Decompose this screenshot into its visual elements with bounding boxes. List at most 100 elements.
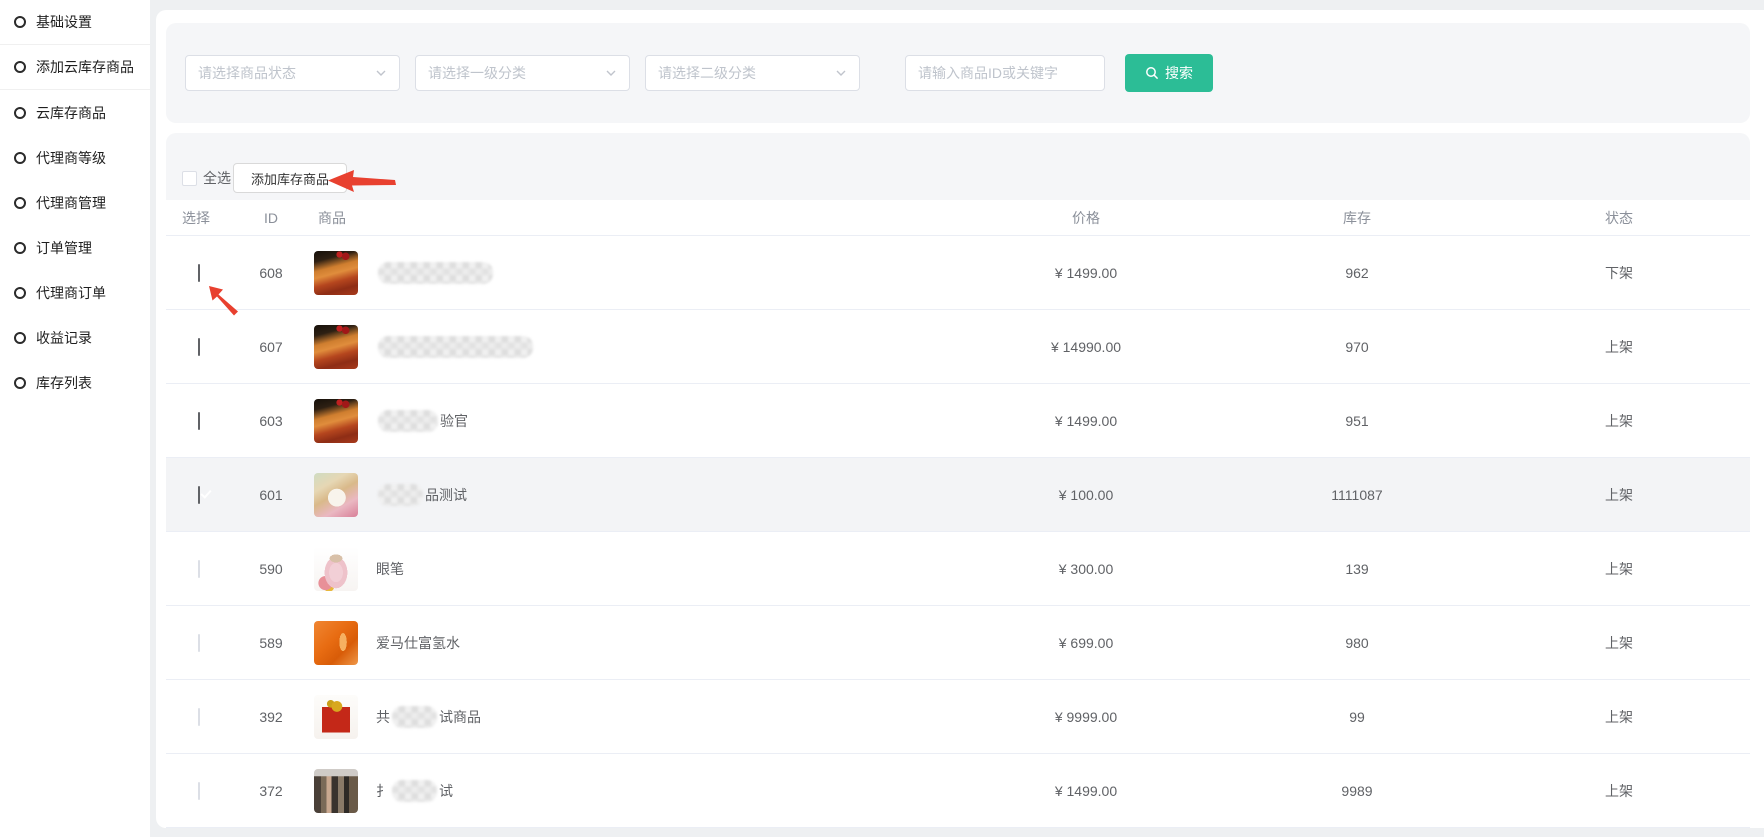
- product-image: [314, 251, 358, 295]
- product-stock: 962: [1226, 265, 1488, 281]
- header-stock: 库存: [1226, 208, 1488, 228]
- header-status: 状态: [1488, 208, 1750, 228]
- product-stock: 970: [1226, 339, 1488, 355]
- product-status: 上架: [1488, 559, 1750, 579]
- product-name-visible-end: 试: [439, 781, 453, 801]
- radio-circle-icon: [14, 377, 26, 389]
- product-name-visible-end: 品测试: [425, 485, 467, 505]
- select-all-label: 全选: [203, 168, 231, 188]
- product-price: ¥ 1499.00: [946, 265, 1226, 281]
- table-body: 608 ¥ 1499.00 962 下架 607 ¥ 14990.00 970: [166, 236, 1750, 828]
- product-status: 上架: [1488, 633, 1750, 653]
- product-image: [314, 621, 358, 665]
- row-checkbox[interactable]: [198, 782, 200, 800]
- sidebar-item-label: 添加云库存商品: [36, 57, 134, 77]
- row-checkbox[interactable]: [198, 634, 200, 652]
- radio-circle-icon: [14, 242, 26, 254]
- row-checkbox[interactable]: [198, 560, 200, 578]
- row-checkbox[interactable]: [198, 338, 200, 356]
- sidebar-item-label: 代理商管理: [36, 193, 106, 213]
- product-name: 品测试: [376, 484, 467, 506]
- sidebar-item[interactable]: 收益记录: [0, 315, 150, 360]
- category2-select[interactable]: 请选择二级分类: [645, 55, 860, 91]
- sidebar-item[interactable]: 订单管理: [0, 225, 150, 270]
- bottom-gutter: [150, 828, 1764, 837]
- sidebar-item[interactable]: 代理商管理: [0, 180, 150, 225]
- product-status: 上架: [1488, 337, 1750, 357]
- sidebar-item-label: 基础设置: [36, 12, 92, 32]
- main-content: 请选择商品状态 请选择一级分类 请选择二级分类 搜索 全选 添加库存商品: [156, 10, 1764, 828]
- header-product: 商品: [306, 208, 946, 228]
- sidebar-item-label: 收益记录: [36, 328, 92, 348]
- row-checkbox[interactable]: [198, 412, 200, 430]
- category1-select[interactable]: 请选择一级分类: [415, 55, 630, 91]
- row-checkbox[interactable]: [198, 264, 200, 282]
- product-stock: 951: [1226, 413, 1488, 429]
- radio-circle-icon: [14, 16, 26, 28]
- sidebar-item[interactable]: 云库存商品: [0, 90, 150, 135]
- table-row: 372 扌 试 ¥ 1499.00 9989 上架: [166, 754, 1750, 828]
- product-price: ¥ 1499.00: [946, 783, 1226, 799]
- product-status: 下架: [1488, 263, 1750, 283]
- product-price: ¥ 1499.00: [946, 413, 1226, 429]
- product-price: ¥ 300.00: [946, 561, 1226, 577]
- product-name: 爱马仕富氢水: [376, 633, 460, 653]
- sidebar-item[interactable]: 基础设置: [0, 0, 150, 45]
- product-id: 601: [236, 487, 306, 503]
- product-id: 372: [236, 783, 306, 799]
- radio-circle-icon: [14, 197, 26, 209]
- sidebar-item[interactable]: 代理商订单: [0, 270, 150, 315]
- table-row: 607 ¥ 14990.00 970 上架: [166, 310, 1750, 384]
- product-name: 共 试商品: [376, 706, 481, 728]
- table-header-row: 选择 ID 商品 价格 库存 状态: [166, 200, 1750, 236]
- product-price: ¥ 14990.00: [946, 339, 1226, 355]
- search-button[interactable]: 搜索: [1125, 54, 1213, 92]
- product-id: 607: [236, 339, 306, 355]
- product-id: 392: [236, 709, 306, 725]
- product-name-visible-end: 验官: [440, 411, 468, 431]
- product-id: 603: [236, 413, 306, 429]
- censor-blur: [378, 484, 423, 506]
- sidebar-item[interactable]: 添加云库存商品: [0, 45, 150, 90]
- row-checkbox[interactable]: [198, 486, 200, 504]
- table-row: 589 爱马仕富氢水 ¥ 699.00 980 上架: [166, 606, 1750, 680]
- product-name-visible-start: 爱马仕富氢水: [376, 633, 460, 653]
- search-icon: [1145, 66, 1159, 80]
- product-table: 选择 ID 商品 价格 库存 状态 608 ¥ 1499.00 962 下架: [166, 200, 1750, 828]
- product-price: ¥ 9999.00: [946, 709, 1226, 725]
- product-image: [314, 695, 358, 739]
- product-image: [314, 325, 358, 369]
- censor-blur: [392, 780, 437, 802]
- product-price: ¥ 100.00: [946, 487, 1226, 503]
- sidebar-item-label: 代理商等级: [36, 148, 106, 168]
- sidebar-item[interactable]: 库存列表: [0, 360, 150, 405]
- product-image: [314, 547, 358, 591]
- product-status: 上架: [1488, 781, 1750, 801]
- product-image: [314, 769, 358, 813]
- sidebar-item-label: 库存列表: [36, 373, 92, 393]
- category1-select-placeholder: 请选择一级分类: [428, 63, 526, 83]
- header-select: 选择: [166, 208, 236, 228]
- sidebar-item[interactable]: 代理商等级: [0, 135, 150, 180]
- keyword-input[interactable]: [905, 55, 1105, 91]
- product-status: 上架: [1488, 411, 1750, 431]
- sidebar-menu: 基础设置 添加云库存商品 云库存商品 代理商等级 代理商管理 订单管理 代理商订…: [0, 0, 150, 405]
- add-inventory-button[interactable]: 添加库存商品: [233, 163, 347, 193]
- radio-circle-icon: [14, 332, 26, 344]
- table-row: 603 验官 ¥ 1499.00 951 上架: [166, 384, 1750, 458]
- header-price: 价格: [946, 208, 1226, 228]
- product-stock: 9989: [1226, 783, 1488, 799]
- product-stock: 1111087: [1226, 487, 1488, 503]
- table-toolbar: 全选 添加库存商品: [166, 163, 1750, 193]
- product-name-visible-start: 共: [376, 707, 390, 727]
- product-table-card: 全选 添加库存商品 选择 ID 商品 价格 库存 状态 608: [166, 133, 1750, 828]
- product-id: 608: [236, 265, 306, 281]
- product-image: [314, 399, 358, 443]
- product-id: 589: [236, 635, 306, 651]
- row-checkbox[interactable]: [198, 708, 200, 726]
- product-name: [376, 262, 495, 284]
- status-select[interactable]: 请选择商品状态: [185, 55, 400, 91]
- search-button-label: 搜索: [1165, 63, 1193, 83]
- select-all-checkbox[interactable]: [182, 171, 197, 186]
- sidebar-item-label: 订单管理: [36, 238, 92, 258]
